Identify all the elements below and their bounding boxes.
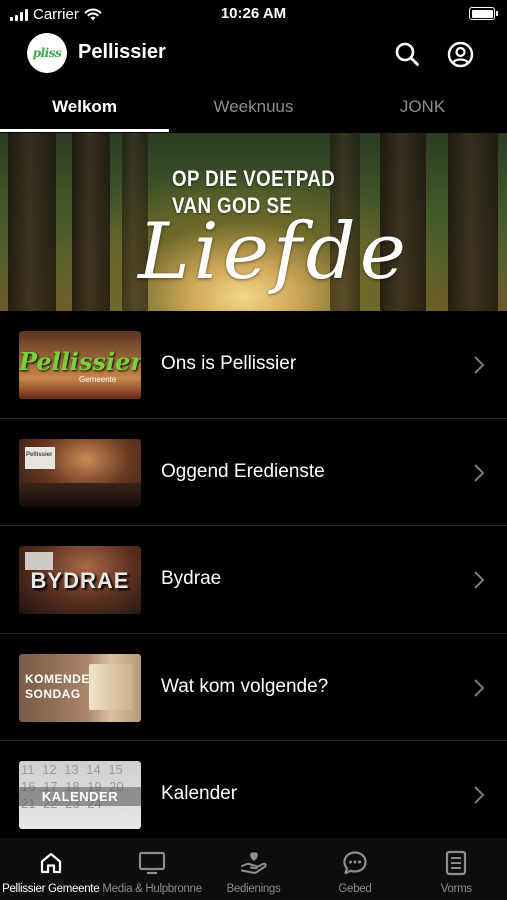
menu-list: Pellissier Gemeente Ons is Pellissier Pe… xyxy=(0,311,507,849)
status-bar: Carrier 10:26 AM xyxy=(0,0,507,28)
item-label: Oggend Eredienste xyxy=(161,460,325,482)
tree-trunk xyxy=(8,133,56,311)
congregation xyxy=(19,482,141,507)
profile-button[interactable] xyxy=(445,39,475,69)
tree-trunk xyxy=(448,133,498,311)
thumbnail-service: Pellissier xyxy=(19,438,141,507)
search-icon xyxy=(395,42,419,66)
bottom-nav: Pellissier Gemeente Media & Hulpbronne B… xyxy=(0,838,507,900)
thumbnail-pellissier: Pellissier Gemeente xyxy=(19,331,141,399)
nav-gebed[interactable]: Gebed xyxy=(304,838,405,900)
app-header: pliss Pellissier xyxy=(0,30,507,78)
tab-welkom[interactable]: Welkom xyxy=(0,88,169,132)
item-label: Ons is Pellissier xyxy=(161,353,297,374)
battery-icon xyxy=(469,7,498,20)
church-logo: pliss xyxy=(27,33,67,73)
hero-line-1: OP DIE VOETPAD xyxy=(172,166,336,191)
thumbnail-komende-sondag: KOMENDE SONDAG xyxy=(19,653,141,722)
thumbnail-text: BYDRAE xyxy=(30,568,130,593)
thumbnail-bydrae: BYDRAE xyxy=(19,546,141,614)
list-item-bydrae[interactable]: BYDRAE Bydrae xyxy=(0,526,507,634)
form-icon xyxy=(442,850,470,876)
nav-label: Pellissier Gemeente xyxy=(2,883,100,895)
list-item-kalender[interactable]: 11 12 13 14 15 16 17 18 19 20 21 22 23 2… xyxy=(0,741,507,849)
thumbnail-text: KALENDER xyxy=(19,787,141,806)
heart-hand-icon xyxy=(240,850,268,876)
thumbnail-subtext: Gemeente xyxy=(79,375,117,384)
nav-vorms[interactable]: Vorms xyxy=(406,838,507,900)
nav-label: Bedienings xyxy=(226,883,281,895)
nav-label: Media & Hulpbronne xyxy=(102,883,202,895)
thumbnail-line-2: SONDAG xyxy=(25,686,81,701)
list-item-wat-kom-volgende[interactable]: KOMENDE SONDAG Wat kom volgende? xyxy=(0,634,507,741)
chevron-right-icon xyxy=(474,786,485,804)
thumbnail-text: Pellissier xyxy=(26,451,53,458)
nav-media-hulpbronne[interactable]: Media & Hulpbronne xyxy=(101,838,202,900)
nav-bedienings[interactable]: Bedienings xyxy=(203,838,304,900)
thumbnail-kalender: 11 12 13 14 15 16 17 18 19 20 21 22 23 2… xyxy=(19,761,141,829)
list-item-oggend-eredienste[interactable]: Pellissier Oggend Eredienste xyxy=(0,419,507,526)
tab-jonk[interactable]: JONK xyxy=(338,88,507,132)
tv-icon xyxy=(138,850,166,876)
hero-script: Liefde xyxy=(138,207,410,297)
chevron-right-icon xyxy=(474,356,485,374)
logo-text: pliss xyxy=(32,46,62,60)
status-time: 10:26 AM xyxy=(220,5,287,22)
hero-banner[interactable]: OP DIE VOETPAD VAN GOD SE Liefde xyxy=(0,133,507,311)
nav-label: Vorms xyxy=(440,883,472,895)
item-label: Wat kom volgende? xyxy=(161,675,329,697)
item-label: Kalender xyxy=(161,783,238,804)
projection-screen xyxy=(25,446,55,469)
chevron-right-icon xyxy=(474,678,485,697)
nav-label: Gebed xyxy=(338,883,372,895)
item-label: Bydrae xyxy=(161,568,222,589)
list-item-ons-is-pellissier[interactable]: Pellissier Gemeente Ons is Pellissier xyxy=(0,311,507,419)
search-button[interactable] xyxy=(392,39,422,69)
tree-trunk xyxy=(72,133,110,311)
home-icon xyxy=(37,850,65,876)
app-title: Pellissier xyxy=(78,41,166,63)
tab-bar: Welkom Weeknuus JONK xyxy=(0,88,507,132)
chevron-right-icon xyxy=(474,571,485,589)
chat-icon xyxy=(341,850,369,876)
nav-pellissier-gemeente[interactable]: Pellissier Gemeente xyxy=(0,838,101,900)
chevron-right-icon xyxy=(474,463,485,482)
thumbnail-line-1: KOMENDE xyxy=(25,671,90,686)
thumbnail-text: Pellissier xyxy=(19,347,141,376)
tab-weeknuus[interactable]: Weeknuus xyxy=(169,88,338,132)
user-circle-icon xyxy=(447,41,473,67)
